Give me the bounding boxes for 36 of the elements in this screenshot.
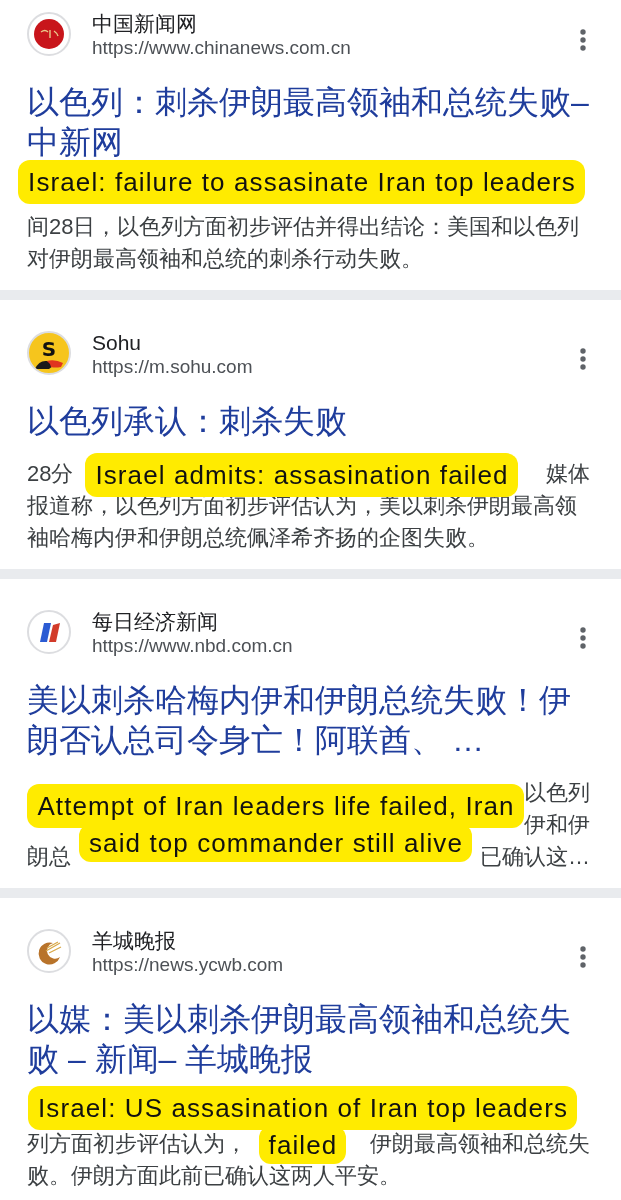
caption-label: Israel: failure to assasinate Iran top leaders (18, 160, 585, 204)
site-logo-icon (27, 610, 71, 654)
snippet-text: 败。伊朗方面此前已确认这两人平安。 (27, 1162, 401, 1190)
site-name: 羊城晚报 (92, 928, 177, 953)
caption-label: Attempt of Iran leaders life failed, Iran (27, 784, 524, 828)
snippet-text: 伊朗最高领袖和总统失 (370, 1130, 590, 1158)
snippet-text: 列方面初步评估认为， (27, 1130, 247, 1158)
snippet-text: 28分 (27, 460, 74, 488)
result-title[interactable]: 美以刺杀哈梅内伊和伊朗总统失败！伊朗否认总司令身亡！阿联酋、 … (27, 680, 593, 760)
site-logo-icon (27, 12, 71, 56)
result-title[interactable]: 以色列承认：刺杀失败 (27, 401, 593, 441)
logo-letter: S (41, 340, 57, 358)
site-url: https://www.nbd.com.cn (92, 634, 293, 658)
snippet-text: 媒体 (546, 460, 590, 488)
more-icon[interactable] (580, 946, 586, 968)
snippet-text: 袖哈梅内伊和伊朗总统佩泽希齐扬的企图失败。 (27, 524, 489, 552)
snippet-text: 对伊朗最高领袖和总统的刺杀行动失败。 (27, 245, 423, 273)
more-icon[interactable] (580, 29, 586, 51)
snippet-text: 已确认这… (480, 843, 590, 871)
snippet-text: 朗总 (27, 843, 71, 871)
swoosh-icon (35, 358, 63, 369)
snippet-text: 伊和伊 (524, 811, 590, 839)
site-url: https://www.chinanews.com.cn (92, 36, 351, 60)
site-name: 每日经济新闻 (92, 609, 219, 634)
site-name: 中国新闻网 (92, 11, 198, 36)
site-name: Sohu (92, 330, 143, 355)
snippet-text: 间28日，以色列方面初步评估并得出结论：美国和以色列 (27, 213, 580, 241)
result-title[interactable]: 以媒：美以刺杀伊朗最高领袖和总统失败 – 新闻– 羊城晚报 (27, 999, 593, 1079)
more-icon[interactable] (580, 348, 586, 370)
caption-label: Israel: US assasination of Iran top leaders (28, 1086, 577, 1130)
more-icon[interactable] (580, 627, 586, 649)
result-title[interactable]: 以色列：刺杀伊朗最高领袖和总统失败–中新网 (27, 82, 593, 162)
snippet-text: 以色列 (524, 779, 590, 807)
site-url: https://m.sohu.com (92, 355, 253, 379)
site-url: https://news.ycwb.com (92, 953, 284, 977)
site-logo-icon (27, 929, 71, 973)
